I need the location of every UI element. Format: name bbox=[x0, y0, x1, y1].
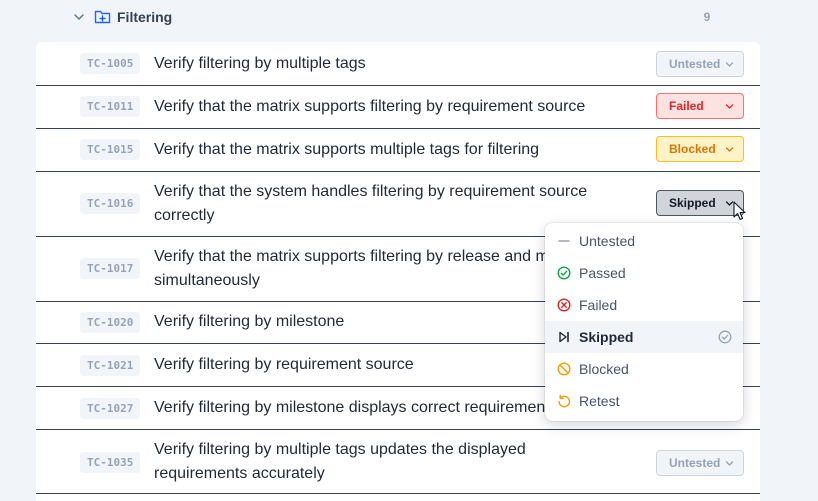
status-option-label: Failed bbox=[579, 297, 618, 313]
test-case-id: TC-1015 bbox=[80, 139, 141, 160]
group-header[interactable]: Filtering 9 bbox=[0, 0, 818, 36]
test-case-title-line2: simultaneously bbox=[154, 272, 260, 289]
status-option-retest[interactable]: Retest bbox=[545, 385, 743, 417]
test-case-title-line2: requirements accurately bbox=[154, 465, 325, 482]
status-menu: Untested Passed Failed Skipped Blocked R… bbox=[545, 223, 743, 421]
retest-icon bbox=[558, 394, 571, 408]
table-row[interactable]: TC-1011 Verify that the matrix supports … bbox=[36, 86, 760, 129]
chevron-down-icon bbox=[725, 62, 734, 67]
ban-icon bbox=[557, 362, 571, 376]
skip-icon bbox=[559, 331, 569, 343]
test-case-title: Verify filtering by multiple tags update… bbox=[154, 441, 526, 458]
check-circle-icon bbox=[557, 266, 571, 280]
chevron-down-icon bbox=[725, 104, 734, 109]
chevron-down-icon bbox=[725, 461, 734, 466]
table-row[interactable]: TC-1015 Verify that the matrix supports … bbox=[36, 129, 760, 172]
x-circle-icon bbox=[557, 298, 571, 312]
status-label: Failed bbox=[669, 99, 704, 113]
status-option-label: Retest bbox=[579, 393, 620, 409]
status-option-label: Blocked bbox=[579, 361, 629, 377]
test-case-title: Verify that the matrix supports multiple… bbox=[154, 141, 540, 158]
check-circle-icon bbox=[718, 330, 732, 344]
status-option-passed[interactable]: Passed bbox=[545, 257, 743, 289]
status-option-skipped[interactable]: Skipped bbox=[545, 321, 743, 353]
status-dropdown[interactable]: Blocked bbox=[656, 136, 744, 162]
status-label: Skipped bbox=[669, 196, 716, 210]
test-case-title: Verify that the matrix supports filterin… bbox=[154, 98, 586, 115]
status-option-untested[interactable]: Untested bbox=[545, 225, 743, 257]
test-case-id: TC-1027 bbox=[80, 398, 141, 419]
chevron-down-icon[interactable] bbox=[73, 11, 85, 23]
status-option-label: Passed bbox=[579, 265, 626, 281]
table-row[interactable]: TC-1035 Verify filtering by multiple tag… bbox=[36, 430, 760, 494]
folder-plus-icon bbox=[94, 10, 111, 24]
test-case-id: TC-1021 bbox=[80, 355, 141, 376]
test-case-id: TC-1020 bbox=[80, 312, 141, 333]
group-title: Filtering bbox=[117, 9, 173, 25]
status-option-label: Skipped bbox=[579, 329, 634, 345]
status-label: Untested bbox=[669, 57, 721, 71]
test-case-id: TC-1011 bbox=[80, 96, 141, 117]
status-label: Untested bbox=[669, 456, 721, 470]
status-option-label: Untested bbox=[579, 233, 636, 249]
chevron-down-icon bbox=[725, 147, 734, 152]
test-case-id: TC-1005 bbox=[80, 53, 141, 74]
status-dropdown[interactable]: Skipped bbox=[656, 190, 744, 216]
dash-icon bbox=[558, 240, 570, 242]
test-case-title: Verify filtering by milestone bbox=[154, 313, 345, 330]
status-dropdown[interactable]: Untested bbox=[656, 51, 744, 77]
status-option-failed[interactable]: Failed bbox=[545, 289, 743, 321]
status-dropdown[interactable]: Untested bbox=[656, 450, 744, 476]
test-case-title: Verify that the system handles filtering… bbox=[154, 183, 588, 200]
test-case-title-line2: correctly bbox=[154, 207, 215, 224]
group-count-badge: 9 bbox=[703, 10, 711, 24]
mouse-cursor-icon bbox=[733, 201, 746, 221]
test-case-id: TC-1017 bbox=[80, 258, 141, 279]
status-label: Blocked bbox=[669, 142, 716, 156]
status-dropdown[interactable]: Failed bbox=[656, 93, 744, 119]
test-case-title: Verify filtering by multiple tags bbox=[154, 55, 366, 72]
status-option-blocked[interactable]: Blocked bbox=[545, 353, 743, 385]
test-case-title: Verify filtering by requirement source bbox=[154, 356, 414, 373]
table-row[interactable]: TC-1005 Verify filtering by multiple tag… bbox=[36, 42, 760, 86]
test-case-title: Verify filtering by milestone displays c… bbox=[154, 399, 546, 416]
test-case-title: Verify that the matrix supports filterin… bbox=[154, 248, 549, 265]
test-case-id: TC-1035 bbox=[80, 452, 141, 473]
test-case-id: TC-1016 bbox=[80, 193, 141, 214]
